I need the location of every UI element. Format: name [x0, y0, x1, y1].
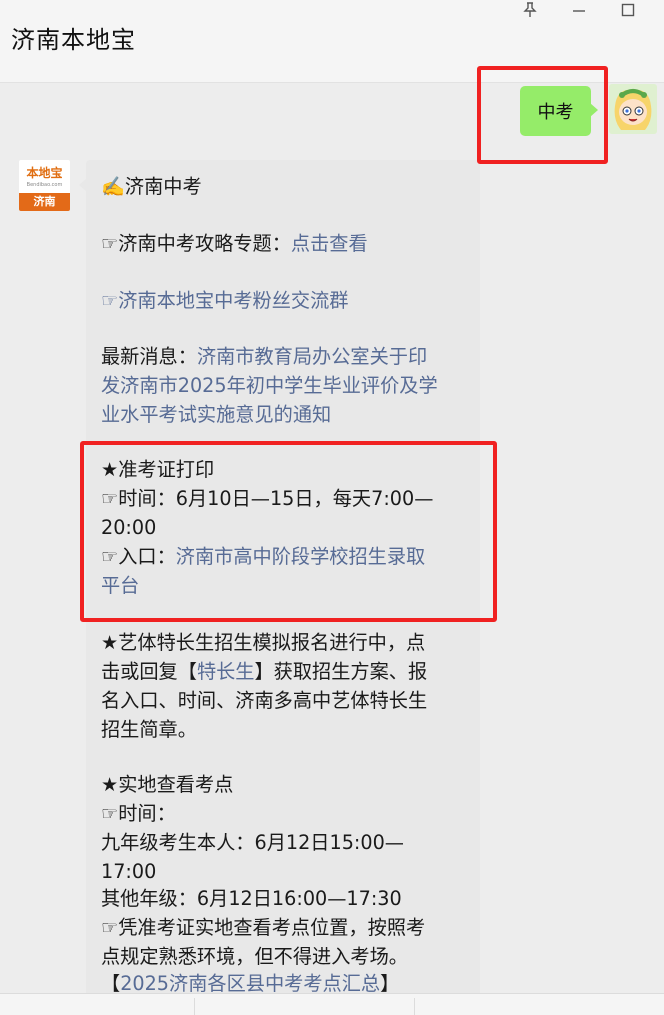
news-link-line-2[interactable]: 发济南市2025年初中学生毕业评价及学	[101, 371, 473, 400]
site-other-grades: 其他年级：6月12日16:00—17:30	[101, 887, 402, 910]
art-line-2: 击或回复【特长生】获取招生方案、报	[101, 660, 428, 683]
specialty-student-link[interactable]: 特长生	[197, 660, 255, 683]
admit-card-highlight	[80, 441, 497, 622]
pin-icon[interactable]	[515, 0, 545, 20]
writing-hand-icon: ✍️	[101, 175, 125, 198]
minimize-icon[interactable]	[564, 0, 594, 20]
maximize-icon[interactable]	[613, 0, 643, 20]
art-line-4: 招生简章。	[101, 718, 197, 741]
site-visit-title: ★实地查看考点	[101, 773, 234, 796]
message-heading: ✍️济南中考	[101, 175, 202, 198]
user-message-highlight	[477, 66, 608, 164]
menu-divider	[194, 998, 195, 1015]
official-account-avatar[interactable]: 本地宝 Bendibao.com 济南	[19, 160, 70, 211]
guide-line: ☞济南中考攻略专题：点击查看	[101, 232, 368, 255]
guide-link[interactable]: 点击查看	[291, 232, 368, 255]
chat-title: 济南本地宝	[11, 26, 136, 54]
site-grade9-line-2: 17:00	[101, 860, 157, 883]
city-label: 济南	[19, 193, 70, 211]
news-link-line-3[interactable]: 业水平考试实施意见的通知	[101, 400, 473, 429]
menu-divider	[414, 998, 415, 1015]
news-link[interactable]: 济南市教育局办公室关于印	[197, 345, 427, 368]
news-line-1: 最新消息：济南市教育局办公室关于印	[101, 345, 428, 368]
bottom-menu-bar	[0, 993, 664, 1015]
site-note-line-2: 点规定熟悉环境，但不得进入考场。	[101, 945, 408, 968]
site-grade9-line-1: 九年级考生本人：6月12日15:00—	[101, 831, 404, 854]
site-note-line-1: ☞凭准考证实地查看考点位置，按照考	[101, 916, 426, 939]
exam-sites-summary-link[interactable]: 2025济南各区县中考考点汇总	[120, 972, 380, 995]
user-avatar[interactable]	[609, 84, 657, 134]
art-line-3: 名入口、时间、济南多高中艺体特长生	[101, 689, 428, 712]
art-line-1: ★艺体特长生招生模拟报名进行中，点	[101, 631, 426, 654]
bendibao-domain: Bendibao.com	[26, 182, 63, 188]
bendibao-logo: 本地宝	[26, 166, 63, 180]
fan-group-link[interactable]: ☞济南本地宝中考粉丝交流群	[101, 286, 473, 315]
site-visit-time-label: ☞时间：	[101, 802, 176, 825]
